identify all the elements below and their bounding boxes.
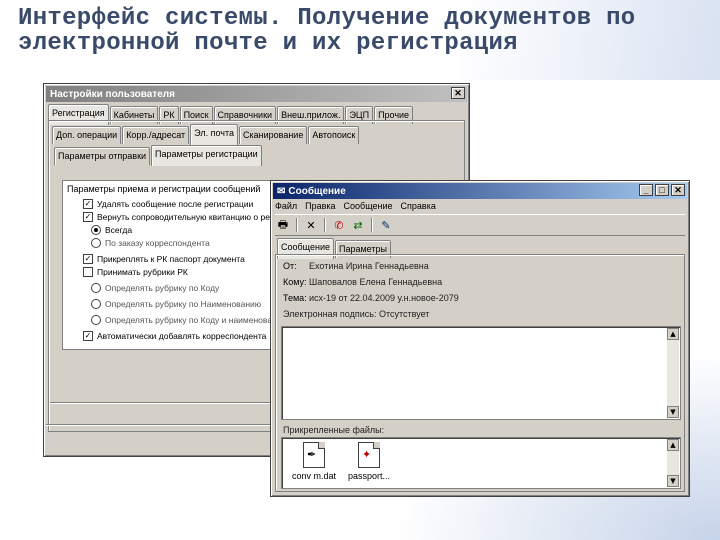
document-icon: ✒ xyxy=(303,442,326,468)
radio-icon[interactable] xyxy=(91,299,101,309)
close-icon[interactable]: ✕ xyxy=(451,87,465,99)
settings-window-title: Настройки пользователя xyxy=(50,88,175,100)
subsubtab-registration-params[interactable]: Параметры регистрации xyxy=(151,145,262,166)
reply-icon[interactable]: ✆ xyxy=(331,217,347,233)
attachment-file[interactable]: ✦ passport... xyxy=(348,442,390,481)
delete-icon[interactable]: ✕ xyxy=(303,217,319,233)
message-window: ✉ Сообщение _ □ ✕ Файл Правка Сообщение … xyxy=(270,180,690,497)
subtab-scanning[interactable]: Сканирование xyxy=(238,126,308,144)
subject-value: исх-19 от 22.04.2009 у.н.новое-2079 xyxy=(309,293,459,303)
checkbox-icon[interactable]: ✓ xyxy=(83,331,93,341)
minimize-icon[interactable]: _ xyxy=(639,184,653,196)
menu-message[interactable]: Сообщение xyxy=(344,201,393,211)
forward-icon[interactable]: ⇄ xyxy=(350,217,366,233)
attachment-file[interactable]: ✒ conv m.dat xyxy=(292,442,336,481)
to-value: Шаповалов Елена Геннадьевна xyxy=(309,277,443,287)
checkbox-icon[interactable] xyxy=(83,267,93,277)
field-subject: Тема: исх-19 от 22.04.2009 у.н.новое-207… xyxy=(283,293,459,303)
message-toolbar: 🖶 ✕ ✆ ⇄ ✎ xyxy=(275,214,685,236)
message-titlebar: ✉ Сообщение _ □ ✕ xyxy=(273,183,687,199)
option-attach-passport[interactable]: ✓ Прикреплять к РК паспорт документа xyxy=(83,254,245,264)
message-body[interactable]: ▲ ▼ xyxy=(281,326,681,420)
document-icon: ✦ xyxy=(358,442,381,468)
toolbar-separator xyxy=(371,218,373,232)
scroll-up-icon[interactable]: ▲ xyxy=(667,439,679,451)
menu-help[interactable]: Справка xyxy=(401,201,436,211)
message-body-scrollbar[interactable]: ▲ ▼ xyxy=(667,328,679,418)
settings-subtabs: Доп. операции Корр./адресат Эл. почта Ск… xyxy=(52,123,360,145)
toolbar-separator xyxy=(296,218,298,232)
scroll-down-icon[interactable]: ▼ xyxy=(667,406,679,418)
option-auto-add-correspondent[interactable]: ✓ Автоматически добавлять корреспондента xyxy=(83,331,266,341)
menu-edit[interactable]: Правка xyxy=(305,201,335,211)
attachments-box: ✒ conv m.dat ✦ passport... ▲ ▼ xyxy=(281,437,681,489)
subtab-correspondent[interactable]: Корр./адресат xyxy=(122,126,190,144)
option-rubric-by-code[interactable]: Определять рубрику по Коду xyxy=(91,283,219,293)
attachment-name: passport... xyxy=(348,471,391,481)
print-icon[interactable]: 🖶 xyxy=(275,217,291,233)
slide-title: Интерфейс системы. Получение документов … xyxy=(18,5,636,57)
radio-icon[interactable] xyxy=(91,283,101,293)
toolbar-separator xyxy=(324,218,326,232)
option-rubric-by-name[interactable]: Определять рубрику по Наименованию xyxy=(91,299,261,309)
field-to: Кому: Шаповалов Елена Геннадьевна xyxy=(283,277,443,287)
option-rubric-by-code-and-name[interactable]: Определять рубрику по Коду и наименовани… xyxy=(91,315,288,325)
attachment-name: conv m.dat xyxy=(292,471,337,481)
subsubtab-send-params[interactable]: Параметры отправки xyxy=(54,147,151,165)
settings-titlebar: Настройки пользователя ✕ xyxy=(46,86,467,102)
radio-icon[interactable] xyxy=(91,225,101,235)
message-menubar: Файл Правка Сообщение Справка xyxy=(275,201,436,211)
register-icon[interactable]: ✎ xyxy=(378,217,394,233)
radio-icon[interactable] xyxy=(91,315,101,325)
radio-icon[interactable] xyxy=(91,238,101,248)
field-from: От: Ехотина Ирина Геннадьевна xyxy=(283,261,429,271)
checkbox-icon[interactable]: ✓ xyxy=(83,199,93,209)
from-value: Ехотина Ирина Геннадьевна xyxy=(309,261,429,271)
maximize-icon[interactable]: □ xyxy=(655,184,669,196)
close-icon[interactable]: ✕ xyxy=(671,184,685,196)
scroll-up-icon[interactable]: ▲ xyxy=(667,328,679,340)
checkbox-icon[interactable]: ✓ xyxy=(83,212,93,222)
option-on-request[interactable]: По заказу корреспондента xyxy=(91,238,210,248)
subtab-extra-operations[interactable]: Доп. операции xyxy=(52,126,122,144)
attachments-scrollbar[interactable]: ▲ ▼ xyxy=(667,439,679,487)
subtab-autosearch[interactable]: Автопоиск xyxy=(308,126,360,144)
scroll-down-icon[interactable]: ▼ xyxy=(667,475,679,487)
option-delete-after-registration[interactable]: ✓ Удалять сообщение после регистрации xyxy=(83,199,253,209)
checkbox-icon[interactable]: ✓ xyxy=(83,254,93,264)
field-signature: Электронная подпись: Отсутствует xyxy=(283,309,429,319)
settings-subsubtabs: Параметры отправки Параметры регистрации xyxy=(54,144,263,166)
menu-file[interactable]: Файл xyxy=(275,201,297,211)
option-accept-rubrics[interactable]: Принимать рубрики РК xyxy=(83,267,188,277)
subtab-email[interactable]: Эл. почта xyxy=(190,124,238,145)
group-title: Параметры приема и регистрации сообщений xyxy=(67,184,261,194)
signature-value: Электронная подпись: Отсутствует xyxy=(283,309,430,319)
envelope-icon: ✉ xyxy=(277,185,286,197)
attachments-label: Прикрепленные файлы: xyxy=(283,425,385,435)
option-always[interactable]: Всегда xyxy=(91,225,132,235)
message-window-title: Сообщение xyxy=(288,185,346,197)
